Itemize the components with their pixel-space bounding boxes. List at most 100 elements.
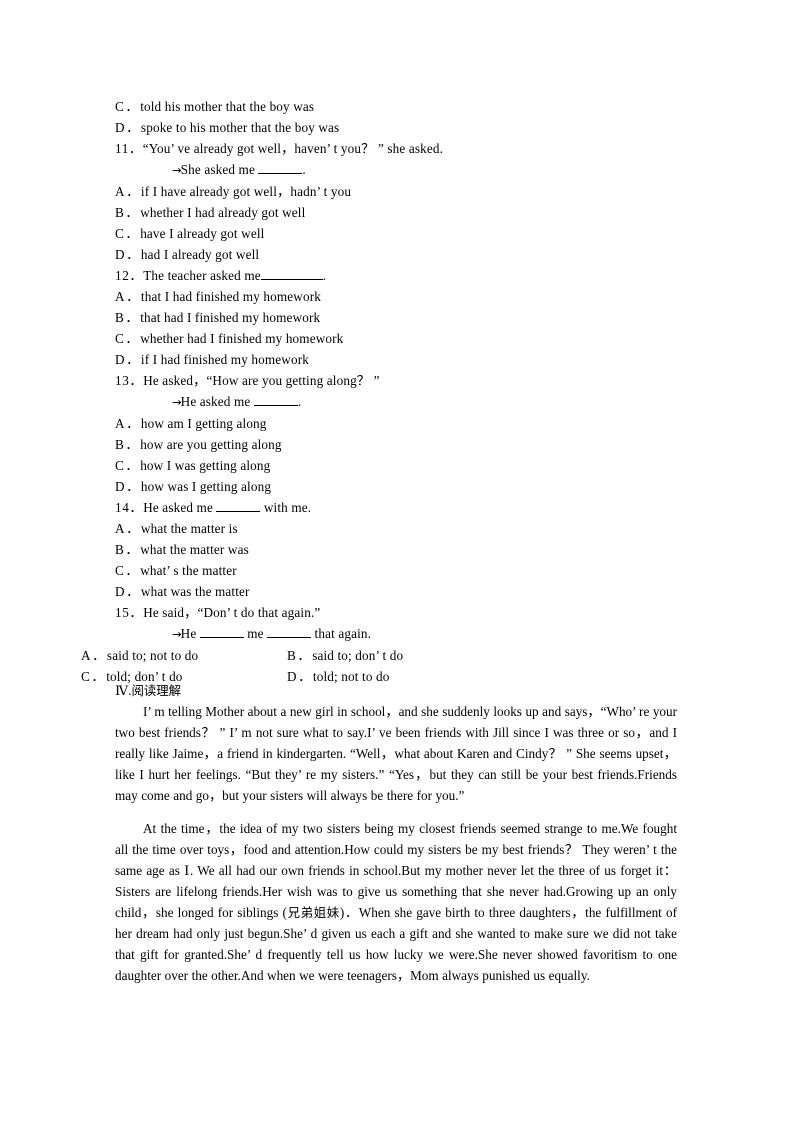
option-text: what the matter is — [140, 521, 238, 536]
option-label: C． — [81, 669, 107, 684]
question-stem-11: 11．“You’ ve already got well，haven’ t yo… — [115, 138, 680, 159]
option-label: A． — [115, 521, 141, 536]
option-right[interactable]: D．told; not to do — [287, 669, 390, 684]
answer-blank[interactable] — [216, 511, 261, 512]
passage-paragraph-2: At the time，the idea of my two sisters b… — [115, 818, 677, 986]
worksheet-page: C．told his mother that the boy was D．spo… — [0, 0, 794, 1123]
option-text: how am I getting along — [140, 416, 267, 431]
question-text: He said，“Don’ t do that again.” — [143, 605, 321, 620]
option-row[interactable]: A．if I have already got well，hadn’ t you — [115, 181, 680, 202]
option-text: said to; not to do — [106, 648, 199, 663]
option-row[interactable]: C．have I already got well — [115, 223, 680, 244]
option-row[interactable]: D．if I had finished my homework — [115, 349, 680, 370]
question-stem-15: 15．He said，“Don’ t do that again.” — [115, 602, 680, 623]
option-text: how was I getting along — [140, 479, 272, 494]
option-row[interactable]: D．what was the matter — [115, 581, 680, 602]
passage-gloss-cn: 兄弟姐妹 — [286, 905, 340, 920]
option-text: if I had finished my homework — [140, 352, 309, 367]
option-label: C． — [115, 458, 141, 473]
option-label: D． — [287, 669, 313, 684]
answer-blank[interactable] — [253, 405, 298, 406]
rewrite-middle: me — [243, 626, 268, 641]
option-label: D． — [115, 584, 141, 599]
rewrite-suffix: that again. — [311, 626, 372, 641]
option-row[interactable]: C．told his mother that the boy was — [115, 96, 680, 117]
question-number: 11． — [115, 141, 143, 156]
option-label: D． — [115, 247, 141, 262]
option-label: B． — [287, 648, 313, 663]
answer-blank[interactable] — [267, 637, 312, 638]
option-row[interactable]: A．how am I getting along — [115, 413, 680, 434]
question-stem-14: 14．He asked me with me. — [115, 497, 680, 518]
option-text: whether had I finished my homework — [140, 331, 344, 346]
option-text: spoke to his mother that the boy was — [140, 120, 340, 135]
rewrite-suffix: . — [297, 394, 302, 409]
rewrite-prefix: He — [180, 626, 200, 641]
section-title: 阅读理解 — [131, 683, 182, 698]
option-left[interactable]: A．said to; not to do — [81, 645, 287, 666]
option-label: A． — [115, 289, 141, 304]
option-row[interactable]: A．what the matter is — [115, 518, 680, 539]
option-row[interactable]: D．how was I getting along — [115, 476, 680, 497]
option-label: D． — [115, 120, 141, 135]
rewrite-suffix: . — [302, 162, 306, 177]
question-number: 12． — [115, 268, 144, 283]
option-text: that I had finished my homework — [140, 289, 322, 304]
arrow-right-icon: → — [172, 163, 182, 177]
answer-blank[interactable] — [260, 279, 323, 280]
section-heading-reading: Ⅳ.阅读理解 — [115, 680, 181, 701]
option-row[interactable]: B．that had I finished my homework — [115, 307, 680, 328]
rewrite-prefix: She asked me — [180, 162, 259, 177]
option-row[interactable]: D．had I already got well — [115, 244, 680, 265]
arrow-right-icon: → — [172, 627, 182, 641]
option-label: D． — [115, 479, 141, 494]
question-number: 14． — [115, 500, 144, 515]
answer-blank[interactable] — [258, 173, 303, 174]
option-text: whether I had already got well — [140, 205, 306, 220]
reading-passage: I’ m telling Mother about a new girl in … — [115, 701, 677, 986]
question-rewrite-11: →She asked me . — [115, 159, 680, 181]
option-label: C． — [115, 99, 141, 114]
question-stem-12: 12．The teacher asked me. — [115, 265, 680, 286]
option-row[interactable]: A．that I had finished my homework — [115, 286, 680, 307]
option-text: if I have already got well，hadn’ t you — [140, 184, 352, 199]
option-row[interactable]: C．how I was getting along — [115, 455, 680, 476]
option-label: C． — [115, 563, 141, 578]
option-label: A． — [115, 416, 141, 431]
section-numeral: Ⅳ — [115, 683, 129, 698]
option-text: how I was getting along — [140, 458, 271, 473]
option-row[interactable]: B．whether I had already got well — [115, 202, 680, 223]
question-number: 13． — [115, 373, 144, 388]
option-row[interactable]: C．whether had I finished my homework — [115, 328, 680, 349]
question-text: He asked me — [143, 500, 217, 515]
option-text: have I already got well — [140, 226, 265, 241]
option-text: had I already got well — [140, 247, 260, 262]
option-label: B． — [115, 205, 141, 220]
option-label: A． — [115, 184, 141, 199]
option-right[interactable]: B．said to; don’ t do — [287, 648, 403, 663]
option-row[interactable]: C．what’ s the matter — [115, 560, 680, 581]
question-text-suffix: with me. — [260, 500, 312, 515]
option-label: B． — [115, 437, 141, 452]
option-row[interactable]: B．how are you getting along — [115, 434, 680, 455]
question-number: 15． — [115, 605, 144, 620]
option-text: what was the matter — [140, 584, 250, 599]
option-row-paired[interactable]: A．said to; not to do B．said to; don’ t do — [81, 645, 680, 666]
arrow-right-icon: → — [172, 395, 182, 409]
option-label: D． — [115, 352, 141, 367]
option-row-paired[interactable]: C．told; don’ t do D．told; not to do — [81, 666, 680, 687]
question-text: The teacher asked me — [143, 268, 261, 283]
option-label: C． — [115, 331, 141, 346]
option-row[interactable]: B．what the matter was — [115, 539, 680, 560]
option-row[interactable]: D．spoke to his mother that the boy was — [115, 117, 680, 138]
multiple-choice-section: C．told his mother that the boy was D．spo… — [81, 96, 680, 687]
question-text-suffix: . — [322, 268, 327, 283]
option-text: told his mother that the boy was — [140, 99, 315, 114]
option-label: B． — [115, 310, 141, 325]
option-label: A． — [81, 648, 107, 663]
question-stem-13: 13．He asked，“How are you getting along？ … — [115, 370, 680, 391]
option-text: how are you getting along — [140, 437, 282, 452]
question-rewrite-15: →He me that again. — [115, 623, 680, 645]
answer-blank[interactable] — [199, 637, 244, 638]
option-label: B． — [115, 542, 141, 557]
